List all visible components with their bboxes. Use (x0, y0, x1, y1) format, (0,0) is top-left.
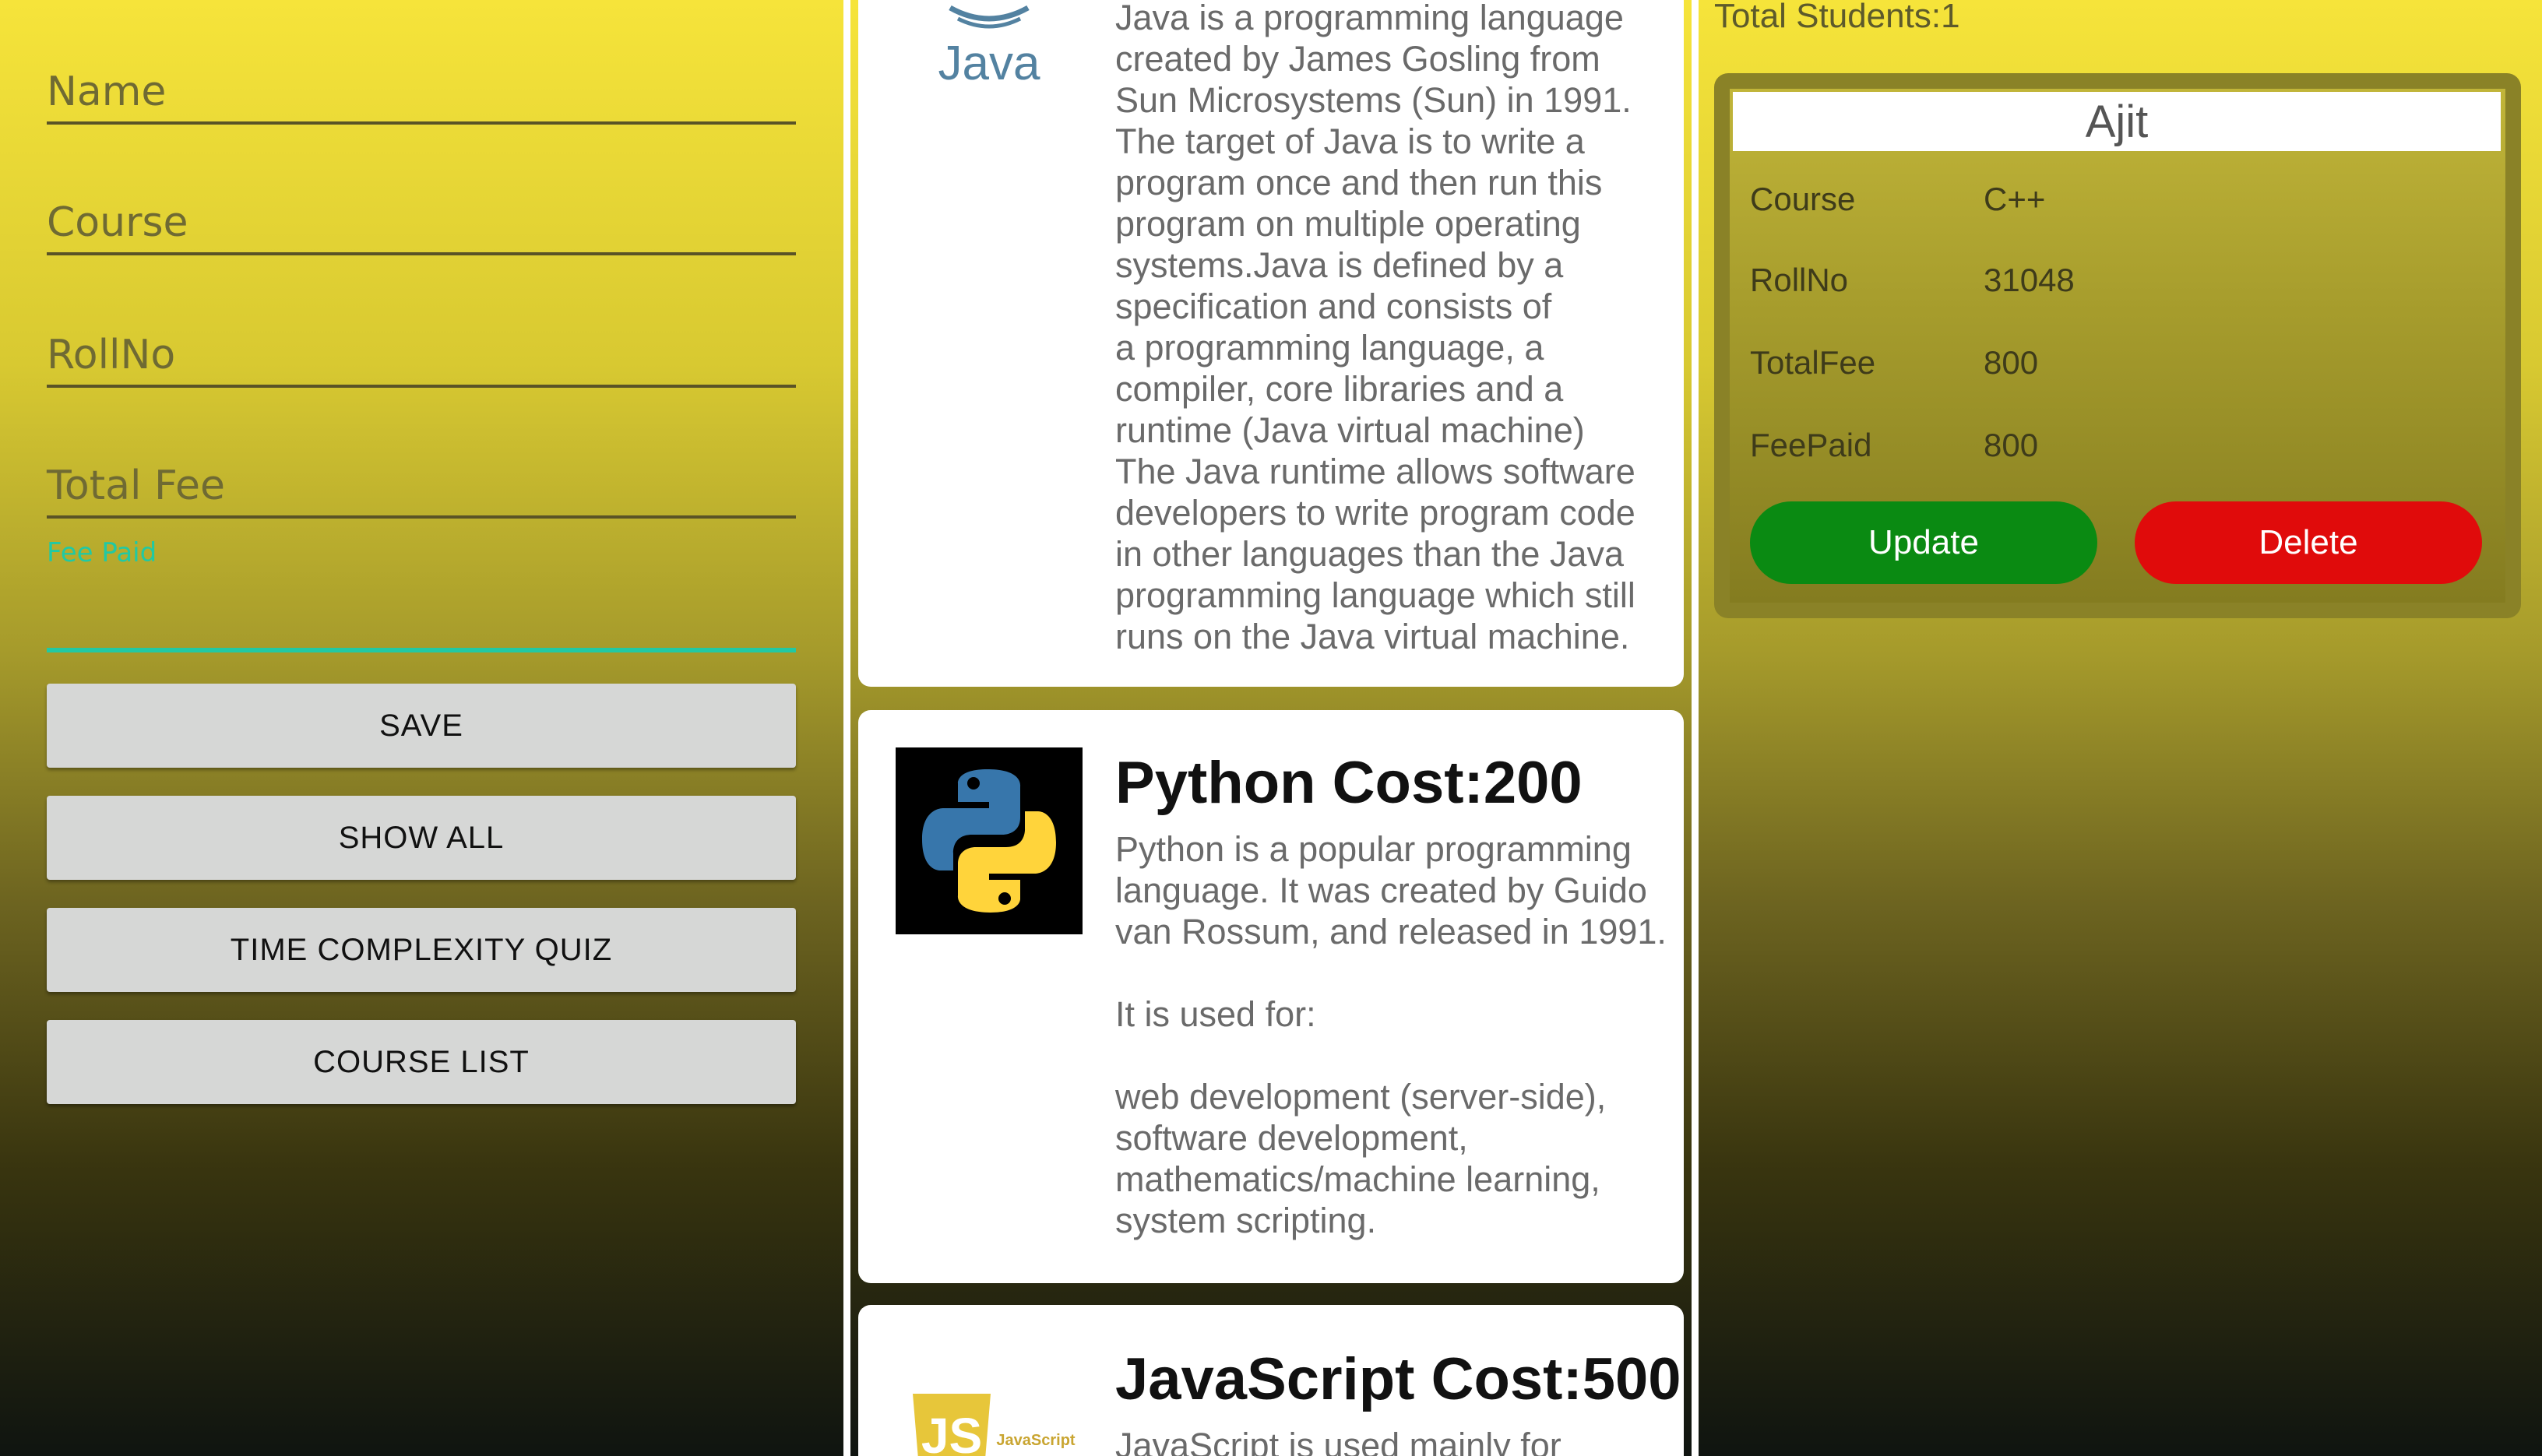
total-fee-field[interactable]: Total Fee (47, 427, 796, 519)
total-students-label: Total Students:1 (1714, 0, 1960, 35)
student-card: Ajit Course C++ RollNo 31048 TotalFee 80… (1714, 73, 2521, 618)
rollno-placeholder: RollNo (47, 332, 176, 378)
java-description: Java is a programming language created b… (1115, 0, 1635, 656)
javascript-title: JavaScript Cost:500 (1115, 1346, 1681, 1412)
rollno-field[interactable]: RollNo (47, 296, 796, 388)
course-card-python[interactable]: Python Cost:200 Python is a popular prog… (858, 710, 1684, 1283)
course-key: Course (1750, 181, 1856, 217)
fee-paid-field[interactable] (47, 545, 796, 652)
feepaid-key: FeePaid (1750, 427, 1872, 463)
fee-paid-focus-underline (47, 648, 796, 652)
course-card-javascript[interactable]: JS JavaScript JavaScript Cost:500 JavaSc… (858, 1305, 1684, 1456)
rollno-underline (47, 385, 796, 388)
name-placeholder: Name (47, 69, 167, 115)
update-button[interactable]: Update (1750, 501, 2097, 584)
totalfee-value: 800 (1984, 344, 2039, 381)
java-logo-icon: Java (896, 0, 1083, 93)
save-button[interactable]: SAVE (47, 684, 796, 768)
feepaid-value: 800 (1984, 427, 2039, 463)
java-logo-text: Java (938, 37, 1040, 90)
delete-button[interactable]: Delete (2135, 501, 2482, 584)
show-all-button[interactable]: SHOW ALL (47, 796, 796, 880)
course-card-java[interactable]: Java Java is a programming language crea… (858, 0, 1684, 687)
student-name: Ajit (1733, 92, 2501, 151)
course-field[interactable]: Course (47, 164, 796, 255)
total-fee-placeholder: Total Fee (47, 462, 226, 509)
javascript-description: JavaScript is used mainly for (1115, 1426, 1561, 1456)
python-description: Python is a popular programming language… (1115, 829, 1667, 1240)
time-complexity-quiz-button[interactable]: TIME COMPLEXITY QUIZ (47, 908, 796, 992)
student-form-panel: Name Course RollNo Total Fee Fee Paid SA… (0, 0, 843, 1456)
course-placeholder: Course (47, 199, 188, 246)
course-underline (47, 252, 796, 255)
js-logo-text: JS (921, 1408, 982, 1456)
totalfee-key: TotalFee (1750, 344, 1876, 381)
rollno-value: 31048 (1984, 262, 2075, 298)
course-value: C++ (1984, 181, 2046, 217)
js-logo-subtext: JavaScript (996, 1432, 1076, 1449)
name-field[interactable]: Name (47, 31, 796, 125)
name-underline (47, 121, 796, 125)
course-list-button[interactable]: COURSE LIST (47, 1020, 796, 1104)
student-list-panel: Total Students:1 Ajit Course C++ RollNo … (1699, 0, 2542, 1456)
python-logo-icon (896, 747, 1083, 934)
course-list-panel: Java Java is a programming language crea… (850, 0, 1692, 1456)
total-fee-underline (47, 515, 796, 519)
javascript-logo-icon: JS JavaScript (896, 1391, 1083, 1456)
rollno-key: RollNo (1750, 262, 1849, 298)
python-title: Python Cost:200 (1115, 750, 1583, 816)
